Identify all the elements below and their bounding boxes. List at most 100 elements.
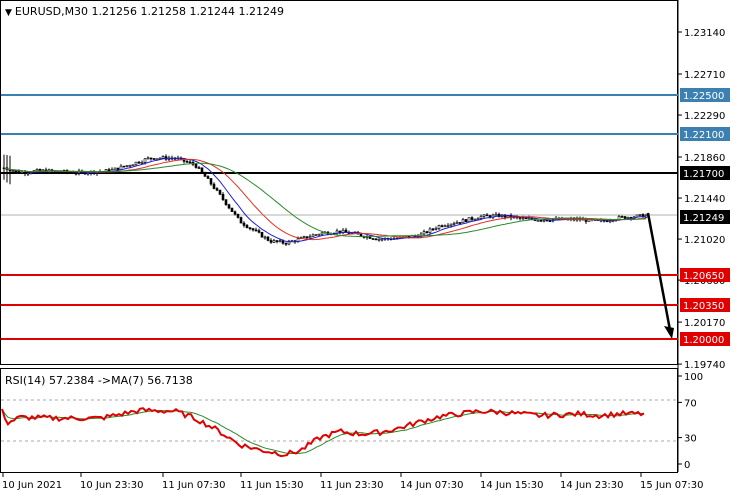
candle-body — [446, 225, 450, 227]
candle-body — [17, 170, 21, 174]
time-tick-label: 14 Jun 15:30 — [480, 480, 544, 491]
price-tick-label: 1.19740 — [684, 360, 725, 371]
level-price-tag-label: 1.21700 — [683, 169, 724, 180]
candle-body — [527, 217, 531, 220]
candle-body — [317, 233, 321, 236]
candle-body — [308, 236, 312, 239]
candle-body — [206, 176, 210, 179]
time-tick-label: 14 Jun 23:30 — [560, 480, 624, 491]
candle-body — [125, 165, 129, 167]
candle-body — [104, 169, 108, 172]
candle-body — [608, 220, 612, 223]
candle-body — [380, 238, 384, 241]
candle-body — [35, 169, 39, 171]
candle-body — [464, 219, 468, 222]
candle-body — [14, 170, 18, 173]
candle-body — [431, 228, 435, 231]
candle-body — [260, 232, 264, 238]
candle-body — [116, 167, 120, 170]
candle-body — [620, 216, 624, 218]
candle-body — [137, 161, 141, 164]
candle-body — [359, 233, 363, 237]
candle-body — [638, 214, 642, 216]
candle-body — [11, 170, 15, 173]
price-tick-label: 1.21020 — [684, 235, 725, 246]
candle-body — [482, 214, 486, 217]
time-tick-label: 11 Jun 15:30 — [240, 480, 304, 491]
candle-body — [377, 238, 381, 241]
candle-body — [152, 158, 156, 160]
candle-body — [221, 194, 225, 200]
level-price-tag-label: 1.22100 — [683, 130, 724, 141]
candle-body — [428, 228, 432, 233]
candle-body — [185, 160, 189, 163]
candle-body — [449, 223, 453, 226]
candle-body — [245, 225, 249, 228]
candle-body — [251, 228, 255, 231]
candle-body — [86, 172, 90, 175]
candle-body — [20, 171, 24, 174]
rsi-tick-label: 30 — [684, 434, 697, 445]
candle-body — [455, 222, 459, 224]
candle-body — [74, 172, 78, 175]
candle-body — [128, 165, 132, 167]
candle-body — [38, 169, 42, 171]
candle-body — [209, 178, 213, 185]
candle-body — [437, 225, 441, 229]
candle-body — [161, 156, 165, 159]
candle-body — [338, 230, 342, 233]
candle-body — [425, 231, 429, 233]
collapse-triangle-icon[interactable]: ▼ — [5, 8, 12, 18]
candle-body — [542, 219, 546, 222]
candle-body — [344, 229, 348, 233]
candle-body — [134, 161, 138, 166]
candle-body — [236, 213, 240, 218]
rsi-tick-label: 100 — [684, 372, 703, 383]
candle-body — [440, 225, 444, 227]
chart-window[interactable]: 1.23140 1.22710 1.22290 1.21860 1.21440 1.210… — [0, 0, 738, 498]
candle-body — [374, 238, 378, 241]
candle-body — [263, 236, 267, 239]
level-price-tag-label: 1.22500 — [683, 91, 724, 102]
candle-body — [230, 207, 234, 212]
rsi-tick-label: 70 — [684, 398, 697, 409]
price-tick-label: 1.21440 — [684, 194, 725, 205]
candle-body — [212, 183, 216, 189]
time-tick-label: 11 Jun 07:30 — [162, 480, 226, 491]
chart-symbol-header: ▼ EURUSD,M30 1.21256 1.21258 1.21244 1.21… — [5, 5, 284, 18]
candle-body — [143, 158, 147, 163]
candle-body — [269, 240, 273, 243]
candle-body — [140, 161, 144, 164]
candle-body — [518, 217, 522, 219]
candle-body — [188, 161, 192, 164]
candle-body — [422, 231, 426, 235]
candle-body — [203, 172, 207, 177]
candle-body — [233, 211, 237, 215]
time-tick-label: 15 Jun 07:30 — [640, 480, 704, 491]
candle-body — [548, 220, 552, 222]
candle-body — [458, 222, 462, 224]
candle-body — [227, 204, 231, 209]
candle-body — [314, 234, 318, 236]
candle-body — [149, 157, 153, 160]
candle-body — [113, 167, 117, 170]
candle-body — [536, 220, 540, 222]
level-price-tag-label: 1.20650 — [683, 271, 724, 282]
candle-body — [71, 172, 75, 174]
main-chart-frame — [0, 0, 678, 365]
candle-body — [215, 188, 219, 191]
candle-body — [272, 240, 276, 243]
candle-body — [311, 234, 315, 237]
candle-body — [26, 172, 30, 175]
time-tick-label: 11 Jun 23:30 — [320, 480, 384, 491]
candle-body — [29, 172, 33, 174]
time-tick-label: 10 Jun 23:30 — [80, 480, 144, 491]
candle-body — [23, 171, 27, 175]
candle-body — [278, 240, 282, 243]
chart-canvas[interactable]: 1.23140 1.22710 1.22290 1.21860 1.21440 1.210… — [0, 0, 738, 498]
price-tick-label: 1.21860 — [684, 153, 725, 164]
price-tick-label: 1.20170 — [684, 318, 725, 329]
price-tick-label: 1.22290 — [684, 111, 725, 122]
candle-body — [494, 213, 498, 216]
candle-body — [122, 165, 126, 168]
